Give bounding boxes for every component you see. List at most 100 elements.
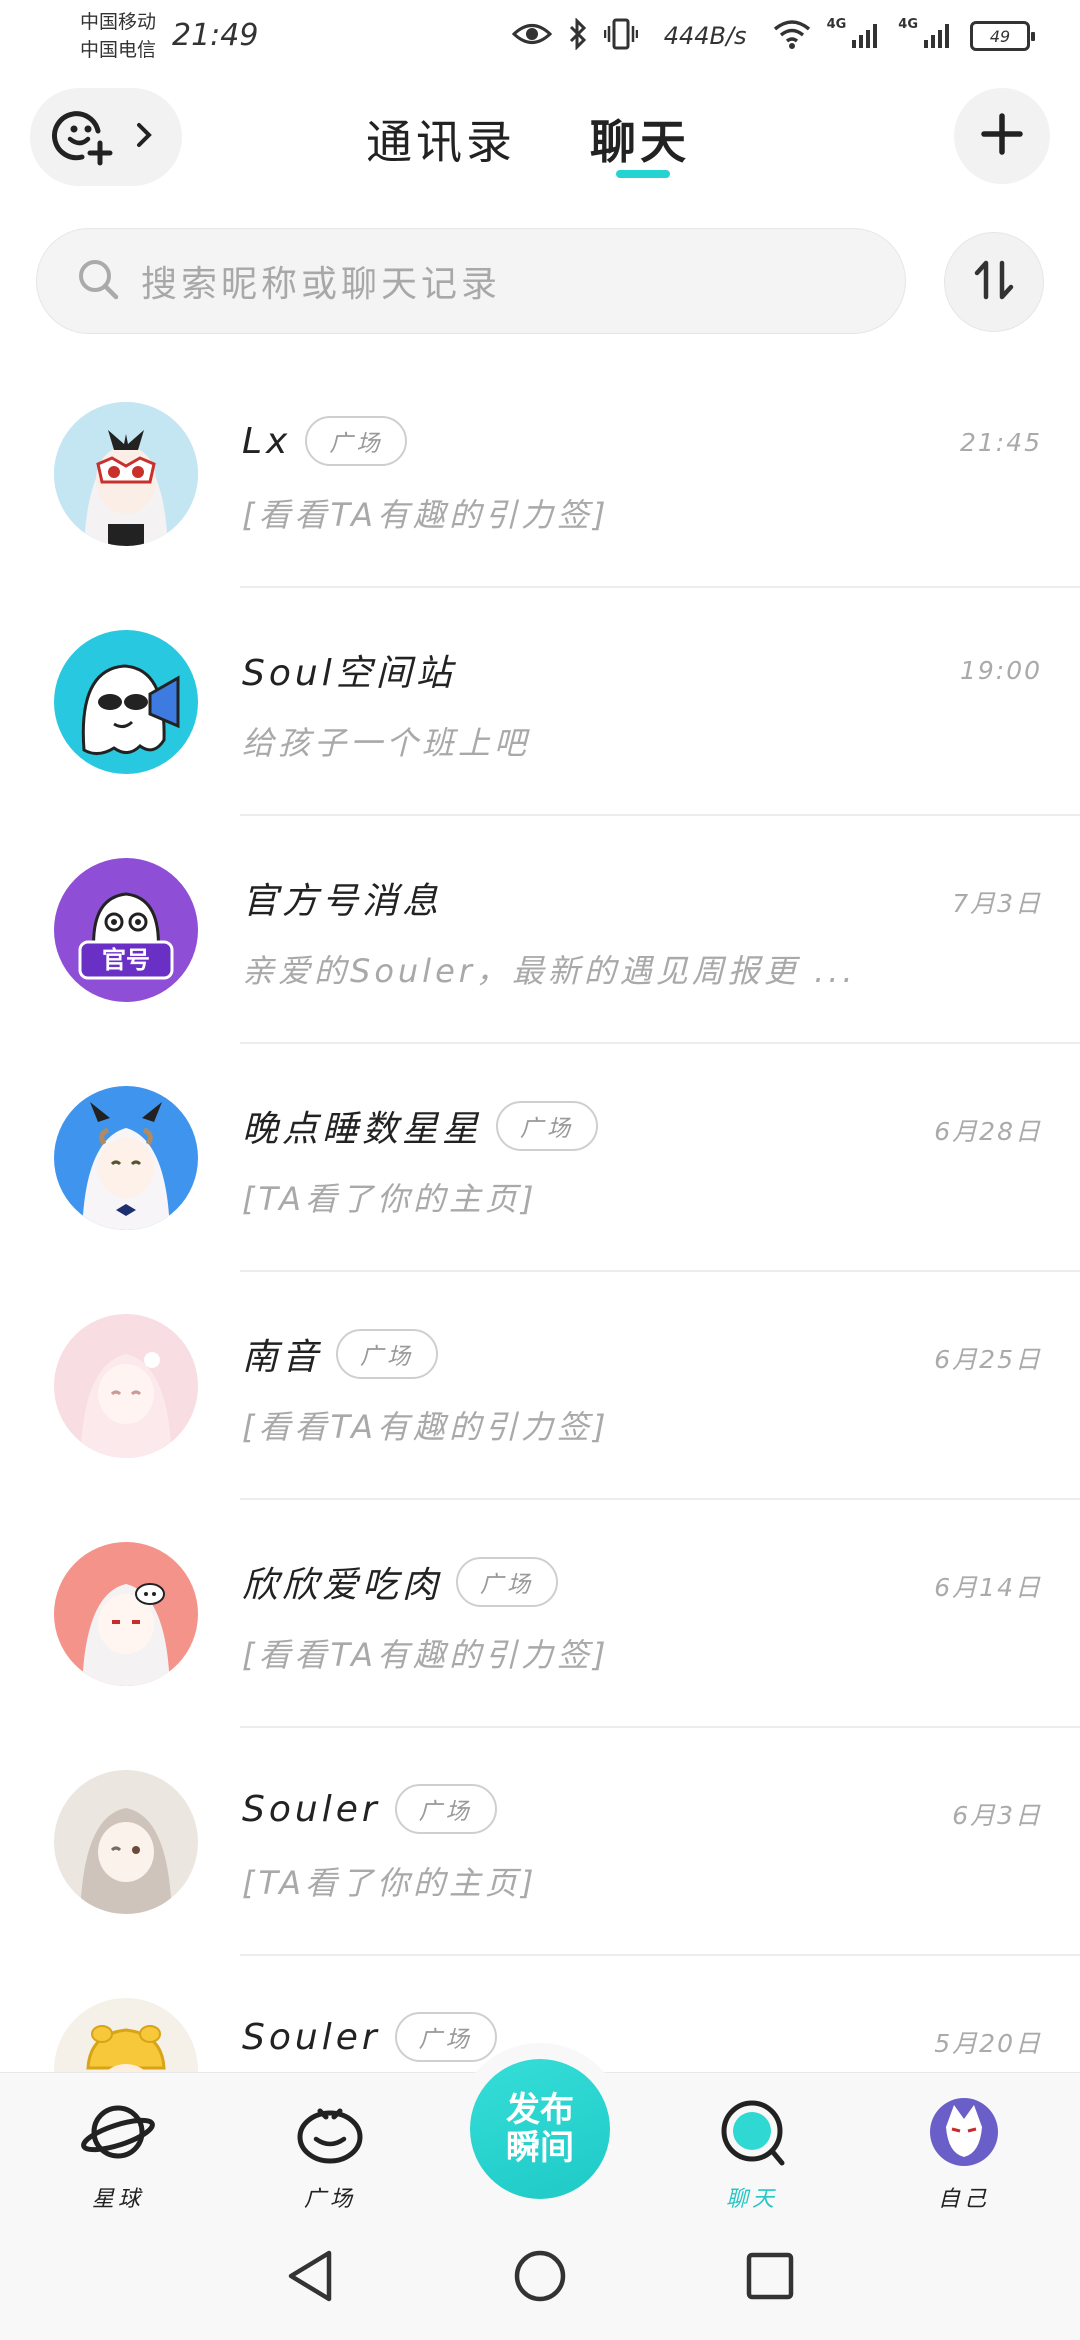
signal-2-label: 4G <box>898 16 918 32</box>
avatar[interactable]: 官号 <box>54 858 198 1002</box>
search-input[interactable]: 搜索昵称或聊天记录 <box>36 228 906 334</box>
publish-label-1: 发布 <box>506 2090 574 2130</box>
search-icon <box>77 258 119 304</box>
nav-planet[interactable]: 星球 <box>58 2097 178 2213</box>
publish-label-2: 瞬间 <box>506 2128 574 2168</box>
tab-contacts[interactable]: 通讯录 <box>366 106 516 172</box>
chat-time: 6月25日 <box>934 1345 1042 1374</box>
chat-name-row: Souler 广场 <box>242 1784 497 1834</box>
avatar[interactable] <box>54 1086 198 1230</box>
chat-preview: [TA看了你的主页] <box>242 1180 538 1218</box>
square-tag: 广场 <box>496 1101 599 1151</box>
tab-chat[interactable]: 聊天 <box>590 106 690 172</box>
search-placeholder: 搜索昵称或聊天记录 <box>141 264 502 305</box>
nav-chat[interactable]: 聊天 <box>692 2097 812 2213</box>
chat-name: Soul空间站 <box>242 653 456 694</box>
chat-name-row: 官方号消息 <box>242 872 442 924</box>
status-icons: 444B/s 4G 4G 49 <box>511 14 1035 58</box>
chat-time: 5月20日 <box>934 2029 1042 2058</box>
add-friend-button[interactable] <box>30 88 182 186</box>
battery-icon: 49 <box>970 21 1035 51</box>
square-tag: 广场 <box>394 2012 497 2062</box>
chat-time: 7月3日 <box>952 889 1042 918</box>
chat-item-souler-1[interactable]: Souler 广场 6月3日 [TA看了你的主页] <box>0 1728 1080 1956</box>
carrier-info: 中国移动 中国电信 <box>80 8 156 64</box>
nav-square[interactable]: 广场 <box>270 2097 390 2213</box>
avatar[interactable] <box>54 1314 198 1458</box>
chat-item-nanyin[interactable]: 南音 广场 6月25日 [看看TA有趣的引力签] <box>0 1272 1080 1500</box>
chat-name-row: 南音 广场 <box>242 1328 439 1380</box>
wifi-icon <box>773 19 811 53</box>
chat-item-stars[interactable]: 晚点睡数星星 广场 6月28日 [TA看了你的主页] <box>0 1044 1080 1272</box>
planet-icon <box>80 2097 156 2171</box>
chat-preview: [TA看了你的主页] <box>242 1864 538 1902</box>
chat-name: Lx <box>242 420 292 462</box>
avatar[interactable] <box>54 630 198 774</box>
publish-button[interactable]: 发布 瞬间 <box>470 2059 610 2199</box>
chat-item-lx[interactable]: Lx 广场 21:45 [看看TA有趣的引力签] <box>0 360 1080 588</box>
chat-preview: [看看TA有趣的引力签] <box>242 1636 610 1674</box>
nav-me[interactable]: 自己 <box>904 2097 1024 2213</box>
avatar[interactable] <box>54 1770 198 1914</box>
nav-planet-label: 星球 <box>91 2187 144 2212</box>
chat-screen: 中国移动 中国电信 21:49 444B/s 4G 4G 49 通讯录 聊天 搜… <box>0 0 1080 2340</box>
chat-item-soul-station[interactable]: Soul空间站 19:00 给孩子一个班上吧 <box>0 588 1080 816</box>
square-tag: 广场 <box>336 1329 439 1379</box>
chevron-right-icon <box>134 121 154 153</box>
nav-me-label: 自己 <box>937 2187 990 2212</box>
carrier-2: 中国电信 <box>80 39 157 61</box>
ghost-face-icon <box>292 2097 368 2171</box>
chat-name: Souler <box>242 2016 381 2058</box>
carrier-1: 中国移动 <box>80 11 157 33</box>
system-nav-bar <box>0 2212 1080 2340</box>
chat-name-row: Soul空间站 <box>242 644 456 696</box>
plus-icon <box>980 112 1024 160</box>
chat-name: 官方号消息 <box>242 881 443 922</box>
chat-preview: [看看TA有趣的引力签] <box>242 496 610 534</box>
bottom-nav: 星球 广场 发布 瞬间 聊天 自己 <box>0 2043 1080 2215</box>
chat-time: 6月28日 <box>934 1117 1042 1146</box>
chat-preview: 给孩子一个班上吧 <box>242 724 531 762</box>
avatar[interactable] <box>54 402 198 546</box>
chat-list: Lx 广场 21:45 [看看TA有趣的引力签] Soul空间站 19:00 给… <box>0 360 1080 2072</box>
chat-preview: [看看TA有趣的引力签] <box>242 1408 610 1446</box>
chat-time: 6月3日 <box>952 1801 1042 1830</box>
battery-level: 49 <box>989 26 1011 46</box>
add-button[interactable] <box>954 88 1050 184</box>
home-circle-icon <box>513 2249 567 2307</box>
active-tab-indicator <box>616 170 670 178</box>
bluetooth-icon <box>568 17 588 54</box>
nav-chat-label: 聊天 <box>725 2187 778 2212</box>
status-time: 21:49 <box>172 18 259 53</box>
home-button[interactable] <box>510 2248 570 2308</box>
recents-button[interactable] <box>740 2248 800 2308</box>
chat-name: Souler <box>242 1788 381 1830</box>
avatar-badge-label: 官号 <box>102 946 150 974</box>
chat-name: 欣欣爱吃肉 <box>242 1565 443 1606</box>
header: 通讯录 聊天 <box>0 88 1080 188</box>
nav-square-label: 广场 <box>303 2187 356 2212</box>
sort-button[interactable] <box>944 232 1044 332</box>
chat-name-row: Lx 广场 <box>242 416 408 466</box>
chat-name-row: 欣欣爱吃肉 广场 <box>242 1556 559 1608</box>
sort-arrows-icon <box>971 257 1017 307</box>
chat-preview: 亲爱的Souler，最新的遇见周报更 ... <box>242 952 857 990</box>
eye-icon <box>511 21 552 51</box>
profile-avatar-icon <box>926 2097 1002 2171</box>
signal-1-label: 4G <box>826 16 847 32</box>
chat-name-row: 晚点睡数星星 广场 <box>242 1100 599 1152</box>
chat-item-official[interactable]: 官号 官方号消息 7月3日 亲爱的Souler，最新的遇见周报更 ... <box>0 816 1080 1044</box>
avatar[interactable] <box>54 1542 198 1686</box>
chat-name: 南音 <box>242 1337 323 1378</box>
chat-time: 19:00 <box>959 656 1042 685</box>
recents-square-icon <box>745 2251 795 2305</box>
status-bar: 中国移动 中国电信 21:49 444B/s 4G 4G 49 <box>0 0 1080 80</box>
chat-time: 21:45 <box>959 428 1042 457</box>
back-button[interactable] <box>280 2248 340 2308</box>
chat-name: 晚点睡数星星 <box>242 1109 483 1150</box>
square-tag: 广场 <box>305 416 408 466</box>
square-tag: 广场 <box>456 1557 559 1607</box>
chat-item-xinxin[interactable]: 欣欣爱吃肉 广场 6月14日 [看看TA有趣的引力签] <box>0 1500 1080 1728</box>
network-speed: 444B/s <box>663 22 747 50</box>
avatar[interactable] <box>54 1998 198 2072</box>
